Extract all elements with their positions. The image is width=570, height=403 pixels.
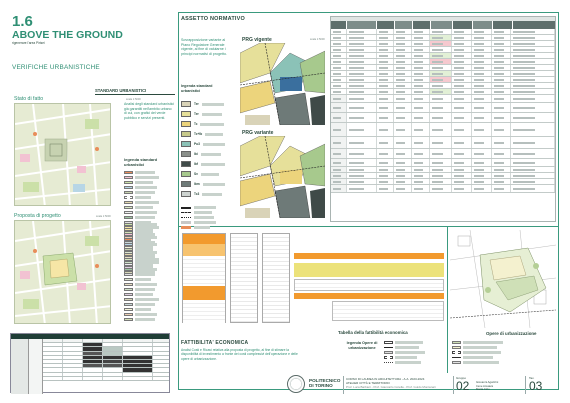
standards-rule [95, 94, 175, 95]
assetto-legend-row: Ibf [181, 159, 233, 169]
group-number: 02 [456, 379, 470, 393]
stato-scale: scala 1:5000 [126, 98, 141, 101]
frame-divider-h [178, 226, 559, 227]
revenues-bar [294, 253, 444, 259]
footer: POLITECNICO DI TORINO CORSO DI LAUREA IN… [279, 373, 560, 397]
assetto-legend-row: Ibi [181, 149, 233, 159]
project-number: 1.6 [12, 13, 33, 30]
opere-plan-drawing [450, 230, 556, 328]
normative-table-body [331, 29, 556, 193]
quantities-table [230, 233, 258, 323]
assetto-legend-row: Sv [181, 169, 233, 179]
result-detail [332, 301, 444, 321]
stato-map-drawing [15, 104, 110, 205]
prg-variante-map [240, 136, 325, 218]
proposta-map [14, 220, 111, 324]
prg-vigente-drawing [240, 43, 325, 125]
university-seal-icon [287, 375, 305, 393]
standards-summary-table [10, 333, 170, 394]
costs-table [182, 233, 226, 323]
opere-legend [384, 340, 446, 365]
assetto-legend: Ter Ter Tc Tc+Ib Pu3 Ibi Ibf Sv Ibm Tc3 [181, 99, 233, 230]
opere-plan [450, 230, 556, 328]
assetto-legend-row: Ibm [181, 179, 233, 189]
normative-table-row [331, 123, 556, 137]
normative-table-row [331, 103, 556, 113]
prg-variante-drawing [240, 136, 325, 218]
assetto-legend-row: Pu3 [181, 139, 233, 149]
fattibilita-title: FATTIBILITA' ECONOMICA [181, 340, 249, 346]
normative-table-row [331, 149, 556, 159]
normative-table-header [331, 21, 555, 29]
university-name: POLITECNICO DI TORINO [309, 378, 341, 388]
assetto-legend-row [181, 225, 233, 230]
normative-table-row [331, 159, 556, 167]
assetto-legend-row: Tc [181, 119, 233, 129]
opere-legend-row [384, 360, 446, 365]
normative-table-row [331, 95, 556, 103]
fattibilita-table-title: Tabella della fattibilità economica [338, 330, 408, 335]
assetto-legend-row: Tc3 [181, 189, 233, 199]
assetto-legend-title: legenda standard urbanistici [181, 84, 213, 93]
proposta-map-drawing [15, 221, 110, 323]
revenues-detail [294, 279, 444, 291]
stato-title: Stato di fatto [14, 96, 44, 102]
normative-table-row [331, 113, 556, 123]
proposta-legend [124, 222, 174, 322]
proposta-title: Proposta di progetto [14, 213, 61, 219]
fattibilita-note: Analisi Costi e Ricavi relativa alla pro… [181, 348, 298, 361]
standards-legend-title: legenda standard urbanistici [124, 157, 158, 167]
standards-title: STANDARD URBANISTICI [95, 88, 147, 93]
normative-table-row [331, 137, 556, 149]
opere-legend-title: legenda Opere di urbanizzazione [346, 341, 378, 350]
prices-table [262, 233, 290, 323]
opere-legend-row [452, 360, 552, 365]
revenues-block [294, 263, 444, 277]
stato-map [14, 103, 111, 206]
course-info: CORSO DI LAUREA IN ARCHITETTURA - A.A. 2… [346, 377, 436, 389]
project-title: ABOVE THE GROUND [12, 29, 123, 41]
prg-vigente-scale: scala 1:5000 [310, 38, 325, 41]
students: Giovanni Agazzini Irene Amateis Marta Ci… [476, 380, 499, 392]
normative-table-row [331, 185, 556, 193]
frame-divider-v [447, 226, 448, 373]
assetto-legend-row: Ter [181, 109, 233, 119]
proposta-scale: scala 1:5000 [96, 215, 111, 218]
section-title: VERIFICHE URBANISTICHE [12, 64, 100, 71]
opere-legend-right [452, 340, 552, 365]
normative-table [330, 16, 556, 222]
project-header: 1.6 ABOVE THE GROUND rigenerare l'area P… [12, 14, 172, 46]
opere-title: Opere di urbanizzazione [486, 331, 537, 336]
project-subtitle: rigenerare l'area Pirisei [12, 41, 45, 45]
assetto-legend-row: Ter [181, 99, 233, 109]
legend-row [124, 317, 174, 322]
result-bar [294, 293, 444, 299]
assetto-legend-row: Tc+Ib [181, 129, 233, 139]
prg-vigente-map [240, 43, 325, 125]
assetto-title: ASSETTO NORMATIVO [181, 16, 246, 22]
table-number: 03 [529, 379, 543, 393]
assetto-note: Sovrapposizione variante al Piano Regola… [181, 38, 227, 56]
fattibilita-graphic [182, 231, 444, 325]
stato-note: Analisi degli standard urbanistici già g… [124, 102, 174, 120]
